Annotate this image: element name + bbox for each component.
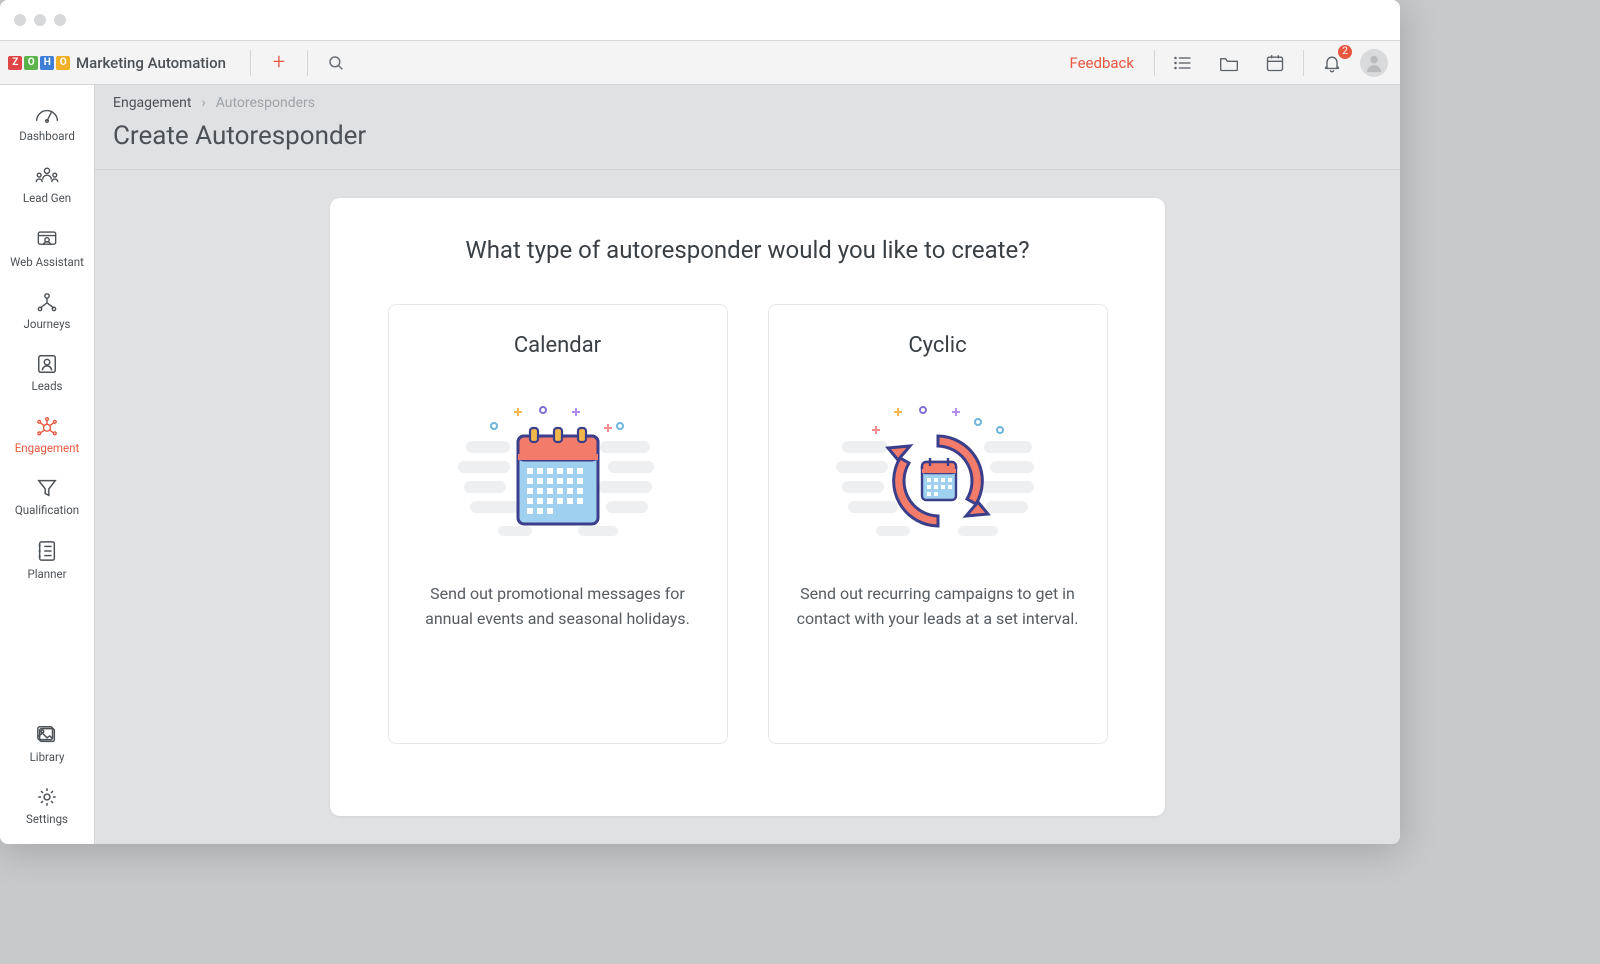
divider [1303, 50, 1304, 76]
product-name: Marketing Automation [76, 54, 226, 72]
notification-count-badge: 2 [1338, 45, 1352, 59]
logo-letter: O [24, 56, 38, 70]
app-window: Z O H O Marketing Automation + Feedback [0, 0, 1400, 844]
divider [307, 50, 308, 76]
divider [1154, 50, 1155, 76]
nav-item-leads[interactable]: Leads [0, 343, 94, 403]
nav-item-settings[interactable]: Settings [0, 776, 94, 836]
nav-item-journeys[interactable]: Journeys [0, 281, 94, 341]
nav-item-dashboard[interactable]: Dashboard [0, 93, 94, 153]
close-dot[interactable] [14, 14, 26, 26]
qualification-icon [36, 477, 58, 499]
user-icon [1364, 53, 1384, 73]
folder-button[interactable] [1211, 49, 1247, 77]
chevron-right-icon: › [201, 95, 205, 111]
panel-heading: What type of autoresponder would you lik… [370, 236, 1125, 264]
option-title: Calendar [514, 333, 601, 358]
dashboard-icon [34, 103, 60, 125]
nav-item-library[interactable]: Library [0, 714, 94, 774]
library-icon [35, 724, 59, 746]
nav-label: Lead Gen [23, 191, 71, 205]
breadcrumb-current: Autoresponders [216, 95, 315, 111]
divider [250, 50, 251, 76]
nav-label: Web Assistant [10, 255, 84, 269]
logo-letter: Z [8, 56, 22, 70]
page-title: Create Autoresponder [95, 117, 1400, 170]
option-card-calendar[interactable]: Calendar [388, 304, 728, 744]
nav-label: Planner [27, 567, 66, 581]
nav-label: Settings [26, 812, 68, 826]
notifications-button[interactable]: 2 [1314, 49, 1350, 77]
calendar-icon [1265, 53, 1285, 73]
traffic-lights [14, 14, 66, 26]
nav-label: Engagement [15, 441, 79, 455]
list-view-button[interactable] [1165, 49, 1201, 77]
top-bar: Z O H O Marketing Automation + Feedback [0, 40, 1400, 85]
engagement-icon [34, 415, 60, 437]
feedback-link[interactable]: Feedback [1069, 54, 1134, 72]
leads-icon [35, 353, 59, 375]
add-button[interactable]: + [261, 49, 297, 77]
option-panel: What type of autoresponder would you lik… [330, 198, 1165, 816]
option-description: Send out promotional messages for annual… [413, 582, 703, 632]
calendar-button[interactable] [1257, 49, 1293, 77]
nav-item-engagement[interactable]: Engagement [0, 405, 94, 465]
nav-label: Journeys [24, 317, 71, 331]
option-title: Cyclic [908, 333, 966, 358]
search-icon [327, 54, 345, 72]
nav-label: Dashboard [19, 129, 75, 143]
logo-letter: H [40, 56, 54, 70]
calendar-illustration [413, 376, 703, 566]
logo-letter: O [56, 56, 70, 70]
minimize-dot[interactable] [34, 14, 46, 26]
nav-label: Qualification [15, 503, 79, 517]
planner-icon [36, 539, 58, 563]
nav-label: Leads [32, 379, 63, 393]
nav-label: Library [30, 750, 65, 764]
left-nav: Dashboard Lead Gen Web Assistant [0, 85, 95, 844]
brand[interactable]: Z O H O Marketing Automation [8, 54, 240, 72]
list-icon [1173, 54, 1193, 72]
folder-icon [1219, 54, 1239, 72]
breadcrumb-parent[interactable]: Engagement [113, 95, 191, 111]
profile-avatar[interactable] [1360, 49, 1388, 77]
nav-item-planner[interactable]: Planner [0, 529, 94, 591]
option-card-cyclic[interactable]: Cyclic [768, 304, 1108, 744]
web-assistant-icon [34, 227, 60, 251]
zoom-dot[interactable] [54, 14, 66, 26]
window-titlebar [0, 0, 1400, 40]
nav-item-lead-gen[interactable]: Lead Gen [0, 155, 94, 215]
settings-icon [36, 786, 58, 808]
search-button[interactable] [318, 49, 354, 77]
option-description: Send out recurring campaigns to get in c… [793, 582, 1083, 632]
nav-item-web-assistant[interactable]: Web Assistant [0, 217, 94, 279]
lead-gen-icon [34, 165, 60, 187]
breadcrumb: Engagement › Autoresponders [95, 85, 1400, 117]
zoho-logo: Z O H O [8, 56, 70, 70]
cyclic-illustration [793, 376, 1083, 566]
journeys-icon [34, 291, 60, 313]
nav-item-qualification[interactable]: Qualification [0, 467, 94, 527]
main-content: Engagement › Autoresponders Create Autor… [95, 85, 1400, 844]
